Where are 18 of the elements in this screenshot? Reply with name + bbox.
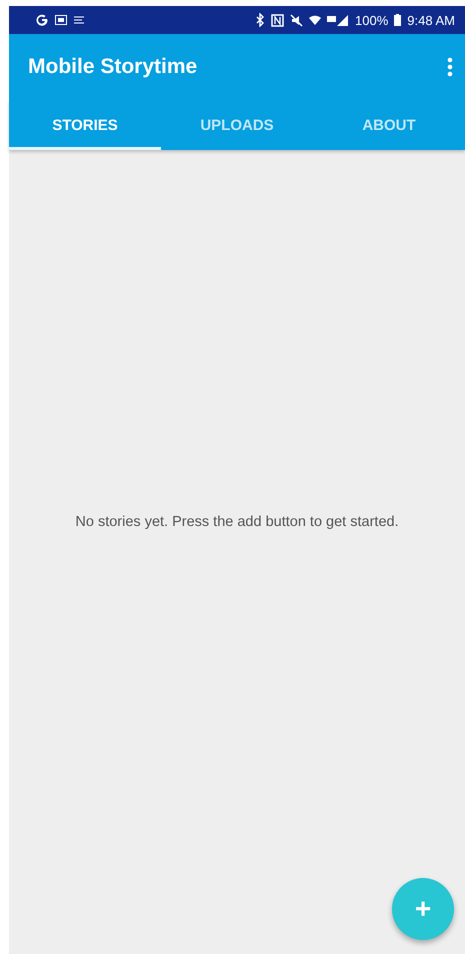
bluetooth-icon xyxy=(256,13,266,27)
wifi-icon xyxy=(309,14,322,26)
add-button[interactable]: + xyxy=(392,878,454,940)
notification-icon xyxy=(55,15,67,25)
notification-icon xyxy=(73,15,85,25)
tab[interactable]: UPLOADS xyxy=(161,100,313,150)
battery-icon xyxy=(394,14,402,26)
tab[interactable]: STORIES xyxy=(9,100,161,150)
empty-message: No stories yet. Press the add button to get started. xyxy=(75,514,399,530)
more-options-icon[interactable] xyxy=(447,57,453,77)
signal-icon xyxy=(327,14,350,26)
nfc-icon xyxy=(271,14,284,26)
clock-time: 9:48 AM xyxy=(407,12,455,28)
mute-icon xyxy=(290,14,304,26)
google-icon xyxy=(35,13,49,27)
tab[interactable]: ABOUT xyxy=(313,100,465,150)
battery-percent: 100% xyxy=(355,12,388,28)
app-title: Mobile Storytime xyxy=(28,55,198,79)
